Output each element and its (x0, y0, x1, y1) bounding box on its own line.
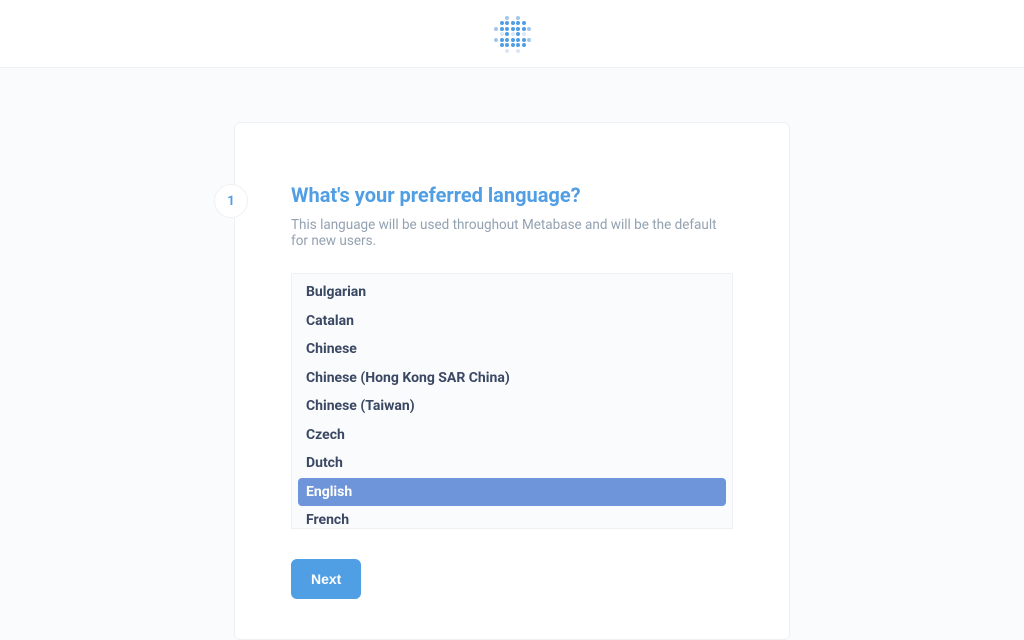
language-label: Dutch (306, 455, 343, 471)
main-content: 1 What's your preferred language? This l… (0, 68, 1024, 640)
language-label: Czech (306, 427, 345, 443)
language-list[interactable]: Bulgarian Catalan Chinese Chinese (Hong Kon… (291, 273, 733, 529)
language-option[interactable]: Dutch (292, 449, 732, 478)
language-option[interactable]: Chinese (292, 335, 732, 364)
language-label: Catalan (306, 313, 354, 329)
page-title: What's your preferred language? (291, 183, 733, 207)
language-option[interactable]: French (292, 506, 732, 529)
page-subtitle: This language will be used throughout Me… (291, 217, 733, 249)
language-label: French (306, 512, 349, 528)
language-option[interactable]: English (298, 478, 726, 507)
language-label: Bulgarian (306, 284, 366, 300)
language-option[interactable]: Bulgarian (292, 278, 732, 307)
language-label: Chinese (Taiwan) (306, 398, 415, 414)
language-option[interactable]: Czech (292, 421, 732, 450)
language-option[interactable]: Chinese (Hong Kong SAR China) (292, 364, 732, 393)
header (0, 0, 1024, 68)
next-button[interactable]: Next (291, 559, 361, 599)
next-button-label: Next (311, 571, 341, 587)
language-label: English (306, 484, 352, 500)
language-option[interactable]: Chinese (Taiwan) (292, 392, 732, 421)
metabase-logo-icon (494, 16, 530, 52)
language-option[interactable]: Catalan (292, 307, 732, 336)
step-badge: 1 (214, 184, 248, 218)
step-number: 1 (227, 194, 234, 209)
language-label: Chinese (306, 341, 357, 357)
setup-card: What's your preferred language? This lan… (234, 122, 790, 640)
language-label: Chinese (Hong Kong SAR China) (306, 370, 510, 386)
